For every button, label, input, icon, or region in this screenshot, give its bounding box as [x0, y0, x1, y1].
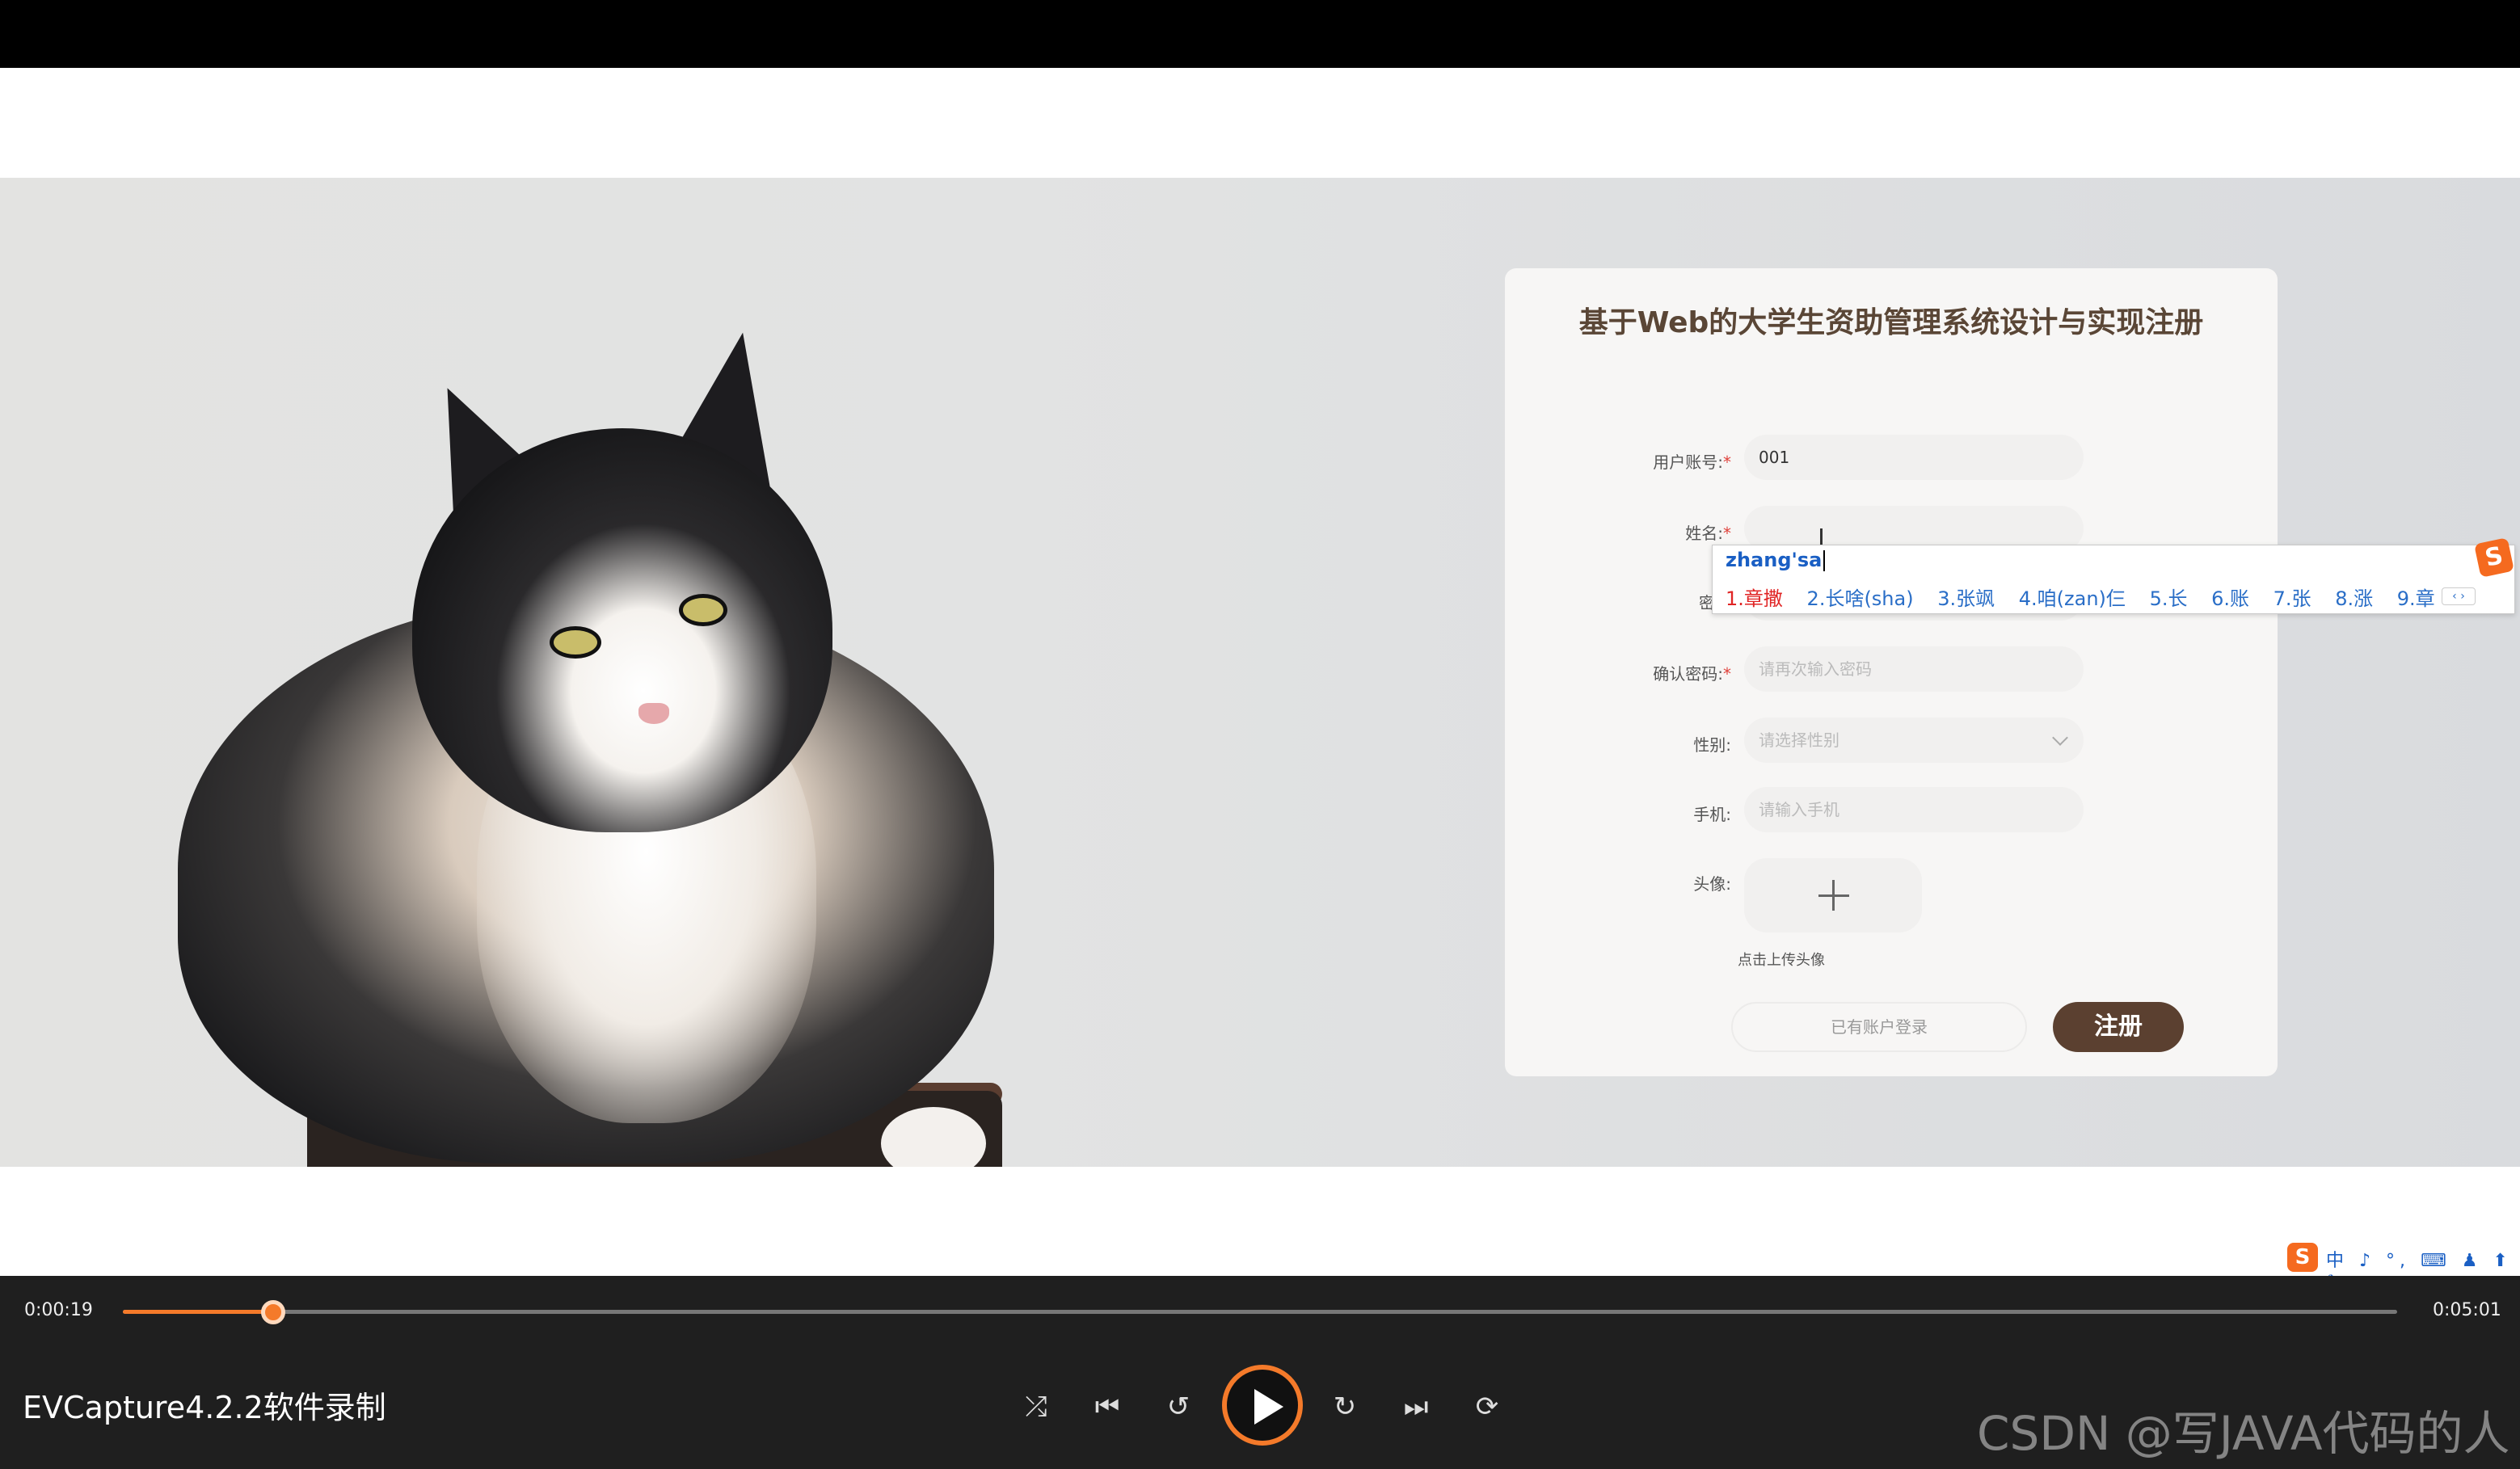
play-icon — [1254, 1389, 1283, 1425]
top-letterbox — [0, 0, 2520, 68]
ime-candidate[interactable]: 1.章撒 — [1726, 587, 1783, 610]
avatar-upload[interactable] — [1744, 858, 1922, 932]
page-title: 基于Web的大学生资助管理系统设计与实现注册 — [1578, 306, 2204, 339]
player-controls: 0:00:19 0:05:01 EVCapture4.2.2软件录制 ⤮ ⏮ ↺… — [0, 1276, 2520, 1469]
cat-head — [412, 428, 832, 832]
gender-label: 性别: — [1693, 735, 1731, 755]
chevron-down-icon — [2052, 730, 2068, 746]
name-label-text: 姓名: — [1685, 524, 1723, 543]
seek-progress — [123, 1310, 273, 1314]
register-button[interactable]: 注册 — [2053, 1002, 2184, 1052]
account-label-text: 用户账号: — [1653, 452, 1723, 472]
ime-caret — [1823, 550, 1826, 571]
sogou-tray-icon[interactable]: S — [2287, 1243, 2318, 1272]
phone-input[interactable]: 请输入手机 — [1744, 787, 2084, 832]
cat-photo — [145, 321, 1002, 1167]
ime-candidate[interactable]: 3.张飒 — [1937, 587, 1995, 610]
phone-label: 手机: — [1693, 805, 1731, 824]
current-time: 0:00:19 — [24, 1300, 93, 1320]
avatar-label: 头像: — [1693, 874, 1731, 894]
rewind-10-icon[interactable]: ↺ — [1159, 1387, 1198, 1426]
plus-icon-vertical — [1832, 880, 1835, 911]
confirm-password-input[interactable]: 请再次输入密码 — [1744, 646, 2084, 692]
video-frame: 基于Web的大学生资助管理系统设计与实现注册 用户账号:* 001 姓名:* 密… — [0, 68, 2520, 1292]
ime-candidate-window: zhang'sa 1.章撒 2.长啥(sha) 3.张飒 4.咱(zan)仨 5… — [1712, 537, 2515, 614]
name-label: 姓名:* — [1537, 520, 1731, 544]
ime-candidates: 1.章撒 2.长啥(sha) 3.张飒 4.咱(zan)仨 5.长 6.账 7.… — [1726, 583, 2453, 611]
required-mark: * — [1723, 664, 1731, 684]
repeat-icon[interactable]: ⟳ — [1468, 1387, 1507, 1426]
seek-handle[interactable] — [260, 1300, 285, 1324]
ime-candidate[interactable]: 9.章 — [2397, 587, 2435, 610]
confirm-label-text: 确认密码: — [1653, 664, 1723, 684]
previous-icon[interactable]: ⏮ — [1088, 1387, 1127, 1426]
cat-eye-right — [679, 594, 727, 626]
ime-candidate[interactable]: 6.账 — [2211, 587, 2249, 610]
gender-placeholder: 请选择性别 — [1759, 730, 1839, 750]
required-mark: * — [1723, 452, 1731, 472]
account-label: 用户账号:* — [1537, 449, 1731, 473]
ime-composition-text: zhang'sa — [1726, 549, 1823, 571]
cat-nose — [638, 703, 669, 724]
ime-composition: zhang'sa — [1726, 549, 1826, 571]
confirm-password-label: 确认密码:* — [1537, 661, 1731, 684]
gender-select[interactable]: 请选择性别 — [1744, 718, 2084, 763]
password-label: 密码 — [1537, 590, 1731, 613]
ime-toolbar[interactable]: S 中 ♪ °, ⌨ ♟ ⬆ ✎ — [2284, 1241, 2520, 1292]
ime-candidate[interactable]: 5.长 — [2150, 587, 2188, 610]
required-mark: * — [1723, 524, 1731, 543]
login-link[interactable]: 已有账户登录 — [1731, 1002, 2027, 1052]
shuffle-icon[interactable]: ⤮ — [1017, 1387, 1056, 1426]
register-card: 基于Web的大学生资助管理系统设计与实现注册 用户账号:* 001 姓名:* 密… — [1505, 268, 2278, 1076]
next-icon[interactable]: ⏭ — [1397, 1387, 1435, 1426]
ime-candidate[interactable]: 4.咱(zan)仨 — [2019, 587, 2126, 610]
cat-eye-left — [550, 626, 601, 659]
seek-bar[interactable] — [123, 1300, 2397, 1324]
total-time: 0:05:01 — [2433, 1300, 2501, 1320]
forward-30-icon[interactable]: ↻ — [1325, 1387, 1364, 1426]
play-button[interactable] — [1222, 1365, 1303, 1446]
sogou-logo-icon: S — [2474, 537, 2514, 578]
ime-candidate[interactable]: 7.张 — [2273, 587, 2311, 610]
ime-candidate[interactable]: 2.长啥(sha) — [1807, 587, 1914, 610]
recording-label: EVCapture4.2.2软件录制 — [23, 1390, 386, 1425]
account-input[interactable]: 001 — [1744, 435, 2084, 480]
csdn-watermark: CSDN @写JAVA代码的人 — [1977, 1406, 2510, 1461]
ime-page-nav[interactable]: ‹ › — [2442, 587, 2476, 605]
ime-candidate[interactable]: 8.涨 — [2335, 587, 2373, 610]
avatar-hint: 点击上传头像 — [1738, 952, 1825, 969]
